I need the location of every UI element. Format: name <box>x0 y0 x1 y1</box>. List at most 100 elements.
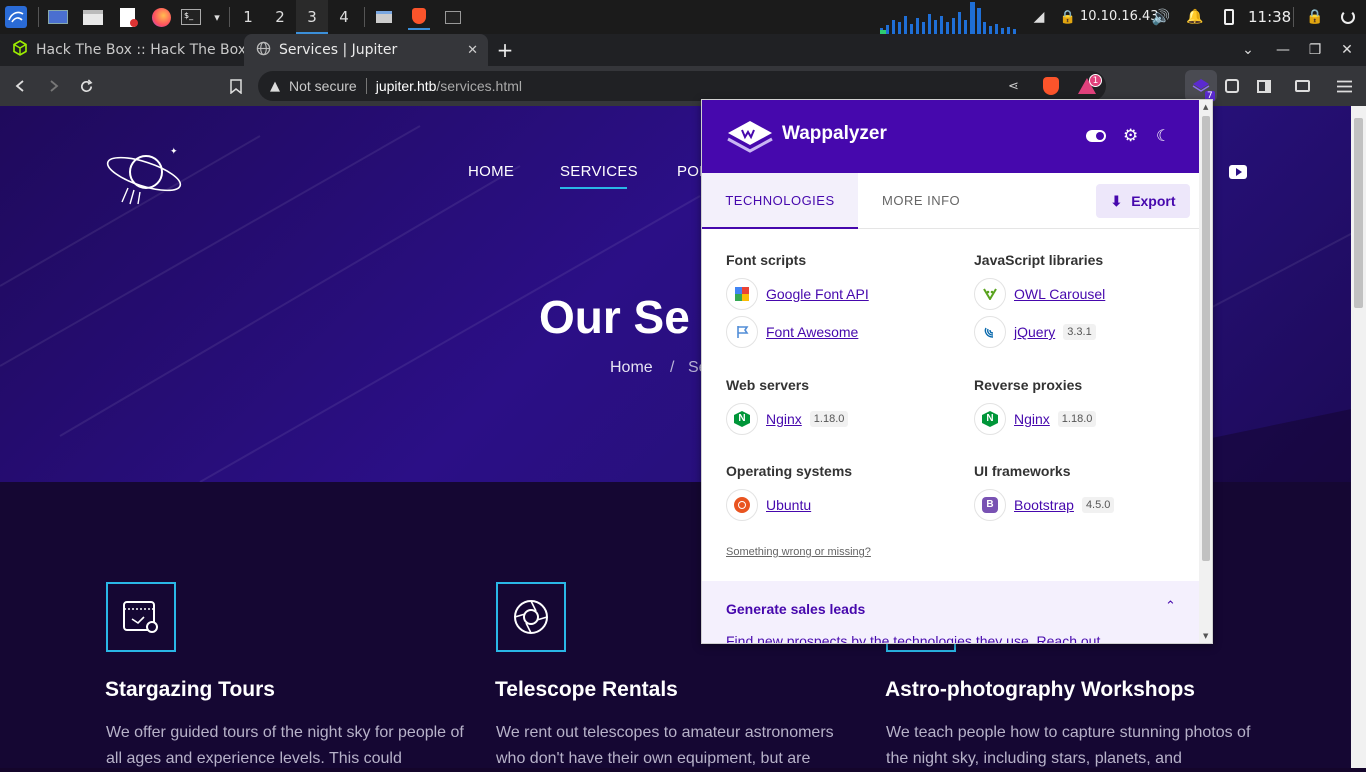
tab-services-jupiter[interactable]: Services | Jupiter ✕ <box>244 34 488 66</box>
tab-hackthebox[interactable]: Hack The Box :: Hack The Box <box>0 34 246 66</box>
reload-button[interactable] <box>74 74 98 98</box>
terminal-window-icon[interactable] <box>442 6 464 28</box>
share-icon[interactable]: ⋖ <box>1008 79 1019 94</box>
category-javascript-libraries: JavaScript libraries <box>974 252 1104 268</box>
battery-icon[interactable] <box>1218 6 1240 28</box>
new-tab-button[interactable]: + <box>494 40 516 62</box>
file-manager-icon[interactable] <box>82 6 104 28</box>
workspace-2[interactable]: 2 <box>264 0 296 34</box>
wappalyzer-brand: Wappalyzer <box>782 123 887 144</box>
extensions-puzzle-icon[interactable] <box>1220 74 1244 98</box>
dark-mode-moon-icon[interactable]: ☾ <box>1156 126 1170 146</box>
wappalyzer-scrollbar[interactable]: ▲ ▼ <box>1199 100 1212 643</box>
tech-font-awesome[interactable]: Font Awesome <box>726 316 858 348</box>
card-title-astrophotography: Astro-photography Workshops <box>885 678 1195 701</box>
tech-version: 1.18.0 <box>809 411 849 427</box>
brave-shields-icon[interactable] <box>1043 77 1059 95</box>
google-font-api-icon <box>726 278 758 310</box>
scroll-down-arrow-icon[interactable]: ▼ <box>1203 632 1208 640</box>
tech-name[interactable]: Nginx <box>766 411 802 427</box>
toggle-switch[interactable] <box>1086 130 1106 142</box>
tab-search-chevron-icon[interactable]: ⌄ <box>1232 34 1264 66</box>
clock: 11:38 <box>1248 8 1292 26</box>
tech-google-font-api[interactable]: Google Font API <box>726 278 869 310</box>
tech-name[interactable]: Nginx <box>1014 411 1050 427</box>
scroll-up-arrow-icon[interactable]: ▲ <box>1203 103 1208 111</box>
tab-bar: Hack The Box :: Hack The Box Services | … <box>0 34 1366 66</box>
tech-name[interactable]: Google Font API <box>766 286 869 302</box>
tech-nginx-proxy[interactable]: N Nginx 1.18.0 <box>974 403 1097 435</box>
warning-icon[interactable]: ▲ <box>270 79 280 94</box>
wallet-icon[interactable] <box>1290 74 1314 98</box>
category-ui-frameworks: UI frameworks <box>974 463 1071 479</box>
menu-hamburger-icon[interactable] <box>1332 74 1356 98</box>
tech-name[interactable]: Ubuntu <box>766 497 811 513</box>
lock-screen-icon[interactable]: 🔒 <box>1304 6 1326 28</box>
forward-button[interactable] <box>41 74 65 98</box>
breadcrumb-home[interactable]: Home <box>610 359 653 377</box>
kali-menu-icon[interactable] <box>5 6 27 28</box>
back-button[interactable] <box>9 74 33 98</box>
tech-version: 4.5.0 <box>1081 497 1115 513</box>
tab-more-info[interactable]: MORE INFO <box>882 173 960 229</box>
wappalyzer-tabs: TECHNOLOGIES MORE INFO ⬇ Export <box>702 173 1199 229</box>
card-text-stargazing: We offer guided tours of the night sky f… <box>106 724 464 767</box>
tech-jquery[interactable]: jQuery 3.3.1 <box>974 316 1096 348</box>
page-scrollbar-thumb[interactable] <box>1354 118 1363 308</box>
ubuntu-icon <box>726 489 758 521</box>
tech-ubuntu[interactable]: Ubuntu <box>726 489 811 521</box>
tech-name[interactable]: Bootstrap <box>1014 497 1074 513</box>
terminal-icon[interactable]: $_ <box>180 6 202 28</box>
wappalyzer-scrollbar-thumb[interactable] <box>1202 116 1210 561</box>
wappalyzer-popup: Wappalyzer ⚙ ☾ TECHNOLOGIES MORE INFO ⬇ E… <box>701 99 1213 644</box>
youtube-icon[interactable] <box>1229 165 1247 179</box>
nav-services[interactable]: SERVICES <box>560 163 638 180</box>
notification-bell-icon[interactable]: 🔔 <box>1184 6 1206 28</box>
tech-nginx-web[interactable]: N Nginx 1.18.0 <box>726 403 849 435</box>
sales-leads-panel: Generate sales leads ⌃ Find new prospect… <box>702 581 1199 643</box>
desktop-icon[interactable] <box>47 6 69 28</box>
bookmark-icon[interactable] <box>224 74 248 98</box>
tech-name[interactable]: Font Awesome <box>766 324 858 340</box>
workspace-3[interactable]: 3 <box>296 0 328 34</box>
taskbar: $_ ▾ 1 2 3 4 ◢ 🔒 10.10.16.43 🔊 🔔 11:38 🔒 <box>0 0 1366 34</box>
wifi-icon[interactable]: ◢ <box>1028 6 1050 28</box>
tech-owl-carousel[interactable]: OWL Carousel <box>974 278 1105 310</box>
close-window-button[interactable]: ✕ <box>1331 34 1363 66</box>
workspace-1[interactable]: 1 <box>232 0 264 34</box>
card-title-telescope: Telescope Rentals <box>495 678 678 701</box>
tab-technologies[interactable]: TECHNOLOGIES <box>702 173 858 229</box>
tech-bootstrap[interactable]: B Bootstrap 4.5.0 <box>974 489 1115 521</box>
firefox-icon[interactable] <box>150 6 172 28</box>
download-icon: ⬇ <box>1110 192 1123 209</box>
export-label: Export <box>1131 193 1176 209</box>
chevron-down-icon[interactable]: ▾ <box>206 6 228 28</box>
close-tab-icon[interactable]: ✕ <box>467 43 478 58</box>
minimize-button[interactable]: — <box>1267 34 1299 66</box>
workspace-4[interactable]: 4 <box>328 0 360 34</box>
settings-gear-icon[interactable]: ⚙ <box>1123 126 1138 146</box>
volume-icon[interactable]: 🔊 <box>1150 6 1172 28</box>
url-path: /services.html <box>436 78 522 94</box>
brave-window-icon[interactable] <box>408 4 430 30</box>
maximize-button[interactable]: ❐ <box>1299 34 1331 66</box>
nav-home[interactable]: HOME <box>468 163 514 180</box>
export-button[interactable]: ⬇ Export <box>1096 184 1190 218</box>
page-scrollbar[interactable] <box>1351 106 1366 768</box>
tech-name[interactable]: jQuery <box>1014 324 1055 340</box>
power-icon[interactable] <box>1337 6 1359 28</box>
something-wrong-link[interactable]: Something wrong or missing? <box>726 546 871 558</box>
ip-address: 10.10.16.43 <box>1080 9 1159 24</box>
collapse-chevron-up-icon[interactable]: ⌃ <box>1165 599 1176 614</box>
address-bar[interactable]: ▲ Not secure jupiter.htb/services.html ⋖… <box>258 71 1106 101</box>
sidebar-icon[interactable] <box>1252 74 1276 98</box>
card-title-stargazing: Stargazing Tours <box>105 678 275 701</box>
nginx-icon: N <box>726 403 758 435</box>
sales-leads-title[interactable]: Generate sales leads <box>726 601 865 617</box>
text-editor-icon[interactable] <box>116 6 138 28</box>
window-icon[interactable] <box>373 6 395 28</box>
wappalyzer-extension-button[interactable]: 7 <box>1185 70 1217 102</box>
security-status[interactable]: Not secure <box>289 78 357 94</box>
tech-name[interactable]: OWL Carousel <box>1014 286 1105 302</box>
jquery-icon <box>974 316 1006 348</box>
